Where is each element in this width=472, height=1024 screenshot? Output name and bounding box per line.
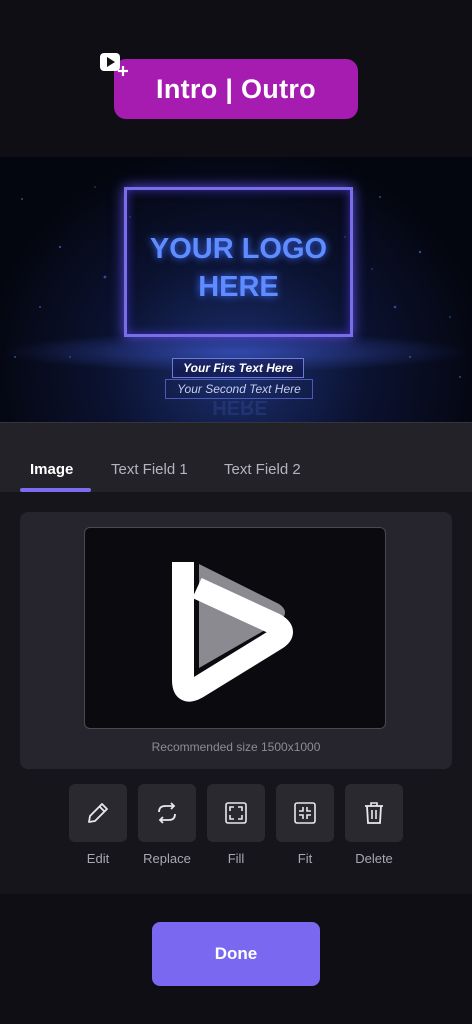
tab-text-field-1[interactable]: Text Field 1	[111, 461, 188, 478]
image-card: Recommended size 1500x1000	[20, 512, 452, 769]
replace-label: Replace	[143, 851, 191, 866]
tool-delete[interactable]: Delete	[345, 784, 403, 866]
tool-fill[interactable]: Fill	[207, 784, 265, 866]
replace-button[interactable]	[138, 784, 196, 842]
done-button[interactable]: Done	[152, 922, 320, 986]
tool-fit[interactable]: Fit	[276, 784, 334, 866]
edit-button[interactable]	[69, 784, 127, 842]
edit-label: Edit	[86, 851, 110, 866]
header-badge: Intro | Outro	[99, 52, 359, 122]
replace-icon	[158, 802, 176, 824]
recommended-size-hint: Recommended size 1500x1000	[151, 740, 321, 754]
screen: Intro | Outro YOUR LOGO HERE Your Firs T…	[0, 0, 472, 1024]
fill-label: Fill	[227, 851, 245, 866]
image-panel: Recommended size 1500x1000 Edit Replace …	[0, 492, 472, 894]
logo-placeholder-text: YOUR LOGO HERE	[127, 230, 350, 306]
play-logo-icon	[172, 562, 293, 702]
delete-label: Delete	[355, 851, 393, 866]
trash-icon	[365, 802, 383, 824]
tool-replace[interactable]: Replace	[138, 784, 196, 866]
logo-reflection: HERE	[212, 396, 268, 418]
logo-placeholder-frame: YOUR LOGO HERE	[124, 187, 353, 337]
tab-image[interactable]: Image	[30, 461, 73, 478]
fill-button[interactable]	[207, 784, 265, 842]
fill-icon	[225, 802, 247, 824]
tab-text-field-2[interactable]: Text Field 2	[224, 461, 301, 478]
delete-button[interactable]	[345, 784, 403, 842]
pencil-icon	[88, 803, 108, 823]
page-title: Intro | Outro	[114, 59, 358, 119]
fit-icon	[294, 802, 316, 824]
image-tools: Edit Replace Fill Fit Delete	[69, 784, 403, 866]
fit-label: Fit	[297, 851, 313, 866]
fit-button[interactable]	[276, 784, 334, 842]
video-plus-icon	[100, 53, 128, 76]
logo-line-2: HERE	[198, 271, 279, 303]
video-preview[interactable]: YOUR LOGO HERE Your Firs Text Here Your …	[0, 157, 472, 422]
logo-line-1: YOUR LOGO	[149, 233, 328, 265]
preview-text-field-1: Your Firs Text Here	[172, 358, 304, 378]
image-thumbnail[interactable]	[84, 527, 386, 729]
tab-bar: Image Text Field 1 Text Field 2	[0, 422, 472, 492]
tool-edit[interactable]: Edit	[69, 784, 127, 866]
